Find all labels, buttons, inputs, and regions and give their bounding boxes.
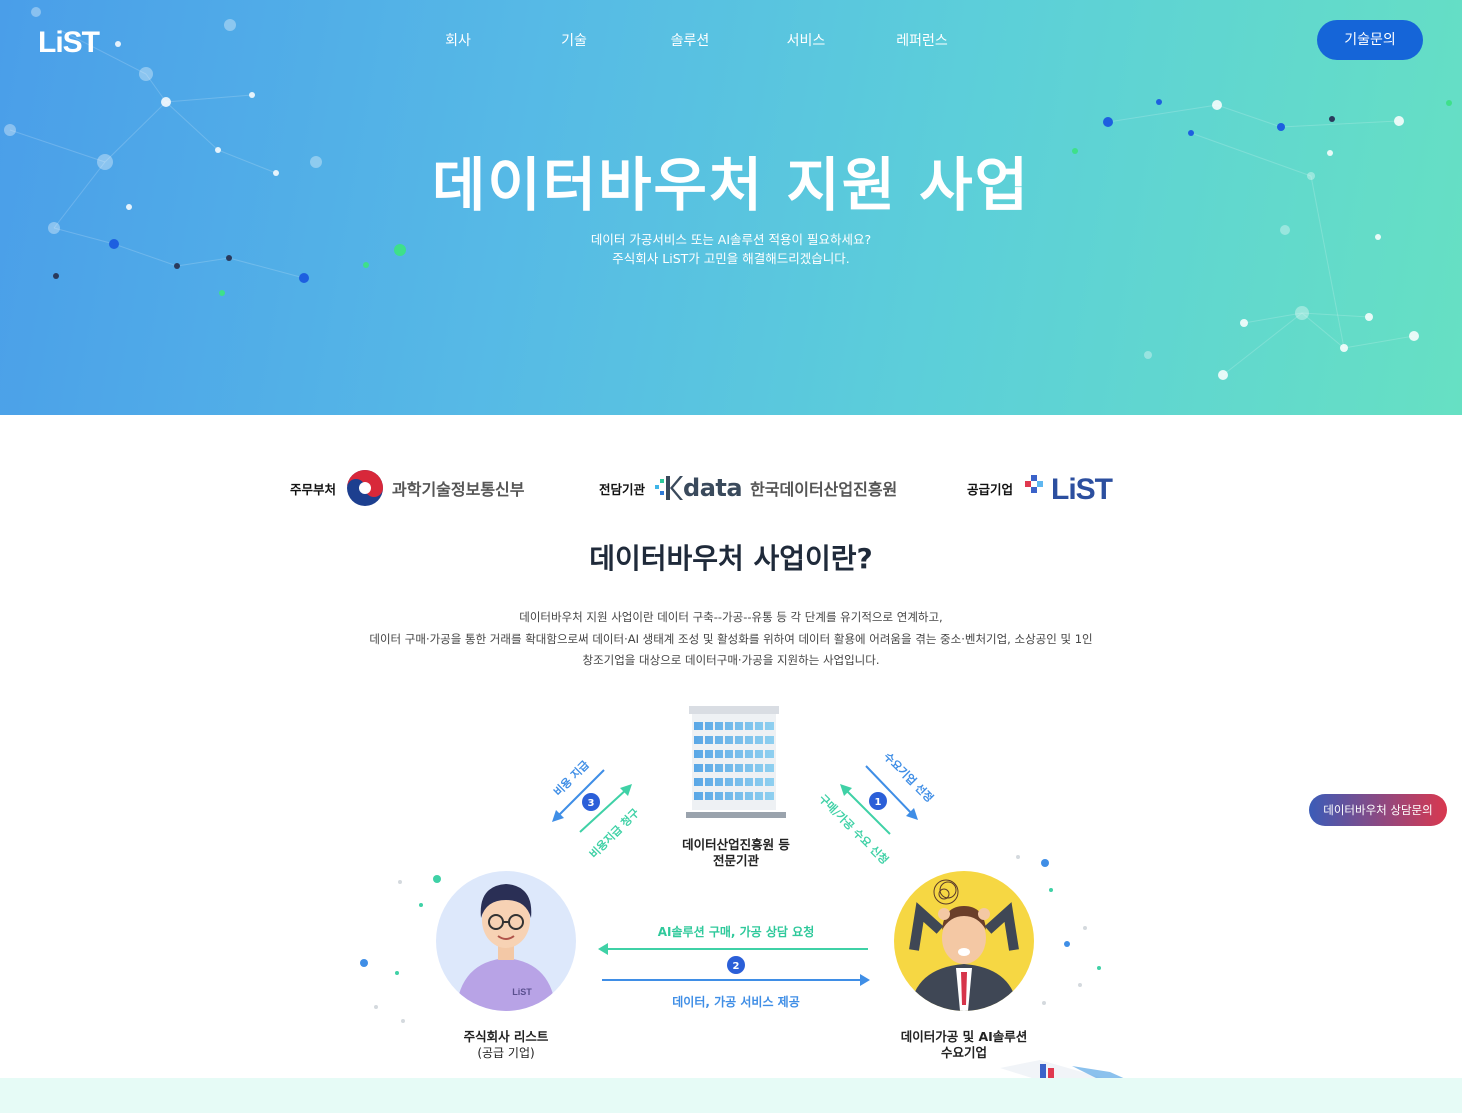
partner-supplier: 공급기업 LiST: [967, 468, 1123, 508]
kdata-wordmark: data: [683, 474, 743, 502]
supplier-label: 주식회사 리스트 (공급 기업): [446, 1029, 566, 1061]
label-line: (공급 기업): [477, 1046, 535, 1060]
hero-subtitle: 데이터 가공서비스 또는 AI솔루션 적용이 필요하세요? 주식회사 LiST가…: [0, 230, 1462, 268]
partner-name: 과학기술정보통신부: [392, 480, 525, 499]
flow-request-label: AI솔루션 구매, 가공 상담 요청: [657, 925, 815, 939]
partner-label: 주무부처: [290, 481, 337, 497]
diagram-graphics: 3 1 2 비용 지급 비용지급 청구 수요기업 선정 구매/가공 수요 신청 …: [360, 706, 1128, 1080]
section-description: 데이터바우처 지원 사업이란 데이터 구축--가공--유통 등 각 단계를 유기…: [0, 607, 1462, 672]
section-title: 데이터바우처 사업이란?: [589, 542, 873, 575]
step-number: 2: [733, 961, 740, 972]
nav-item-company[interactable]: 회사: [400, 30, 516, 50]
voucher-consult-button[interactable]: 데이터바우처 상담문의: [1309, 794, 1447, 826]
nav-item-reference[interactable]: 레퍼런스: [864, 30, 980, 50]
partner-name: 한국데이터산업진흥원: [750, 480, 898, 499]
svg-text:LiST: LiST: [38, 26, 100, 58]
nav-item-service[interactable]: 서비스: [748, 30, 864, 50]
hero-subtitle-line1: 데이터 가공서비스 또는 AI솔루션 적용이 필요하세요?: [590, 232, 872, 247]
demand-avatar: [894, 871, 1034, 1011]
flow-label-payment: 비용 지급: [551, 758, 592, 799]
center-agency-label: 데이터산업진흥원 등 전문기관: [670, 837, 802, 869]
label-line: 수요기업: [940, 1045, 987, 1060]
list-logo[interactable]: LiST: [38, 24, 130, 58]
demand-company-label: 데이터가공 및 AI솔루션 수요기업: [884, 1029, 1044, 1061]
svg-text:LiST: LiST: [1051, 473, 1113, 506]
desc-line: 데이터바우처 지원 사업이란 데이터 구축--가공--유통 등 각 단계를 유기…: [519, 610, 943, 624]
label-line: 주식회사 리스트: [463, 1029, 549, 1044]
hero-subtitle-line2: 주식회사 LiST가 고민을 해결해드리겠습니다.: [612, 251, 850, 266]
hero-title: 데이터바우처 지원 사업: [432, 151, 1030, 219]
partner-label: 공급기업: [967, 481, 1014, 497]
desc-line: 창조기업을 대상으로 데이터구매·가공을 지원하는 사업입니다.: [582, 653, 880, 667]
taegeuk-emblem-icon: [347, 470, 384, 506]
step-number: 3: [588, 798, 595, 809]
hero-banner: LiST 회사 기술 솔루션 서비스 레퍼런스 기술문의 데이터바우처 지원 사…: [0, 0, 1462, 415]
flow-label-payment-claim: 비용지급 청구: [586, 805, 642, 861]
partner-agency: 전담기관 data 한국데이터산업진흥원: [599, 468, 897, 508]
kdata-k-icon: [655, 476, 684, 500]
label-line: 데이터가공 및 AI솔루션: [900, 1029, 1028, 1044]
main-nav: 회사 기술 솔루션 서비스 레퍼런스: [400, 30, 980, 50]
desc-line: 데이터 구매·가공을 통한 거래를 확대함으로써 데이터·AI 생태계 조성 및…: [369, 631, 1093, 646]
isometric-chart-illustration: [1000, 1060, 1128, 1080]
partner-label: 전담기관: [599, 481, 646, 497]
label-line: 전문기관: [712, 853, 759, 868]
list-supplier-logo: LiST: [1025, 473, 1114, 506]
voucher-flow-diagram: 3 1 2 비용 지급 비용지급 청구 수요기업 선정 구매/가공 수요 신청 …: [0, 690, 1462, 1080]
building-icon: [686, 706, 786, 818]
nav-item-technology[interactable]: 기술: [516, 30, 632, 50]
flow-provide-label: 데이터, 가공 서비스 제공: [672, 995, 800, 1009]
label-line: 데이터산업진흥원 등: [682, 837, 790, 852]
supplier-avatar: LiST: [436, 871, 576, 1011]
nav-item-solution[interactable]: 솔루션: [632, 30, 748, 50]
shirt-logo: LiST: [512, 987, 532, 997]
partner-ministry: 주무부처 과학기술정보통신부: [290, 468, 525, 508]
flow-label-selection: 수요기업 선정: [881, 749, 937, 805]
next-section-band: [0, 1078, 1462, 1113]
step-number: 1: [875, 797, 882, 808]
tech-inquiry-button[interactable]: 기술문의: [1317, 20, 1423, 60]
